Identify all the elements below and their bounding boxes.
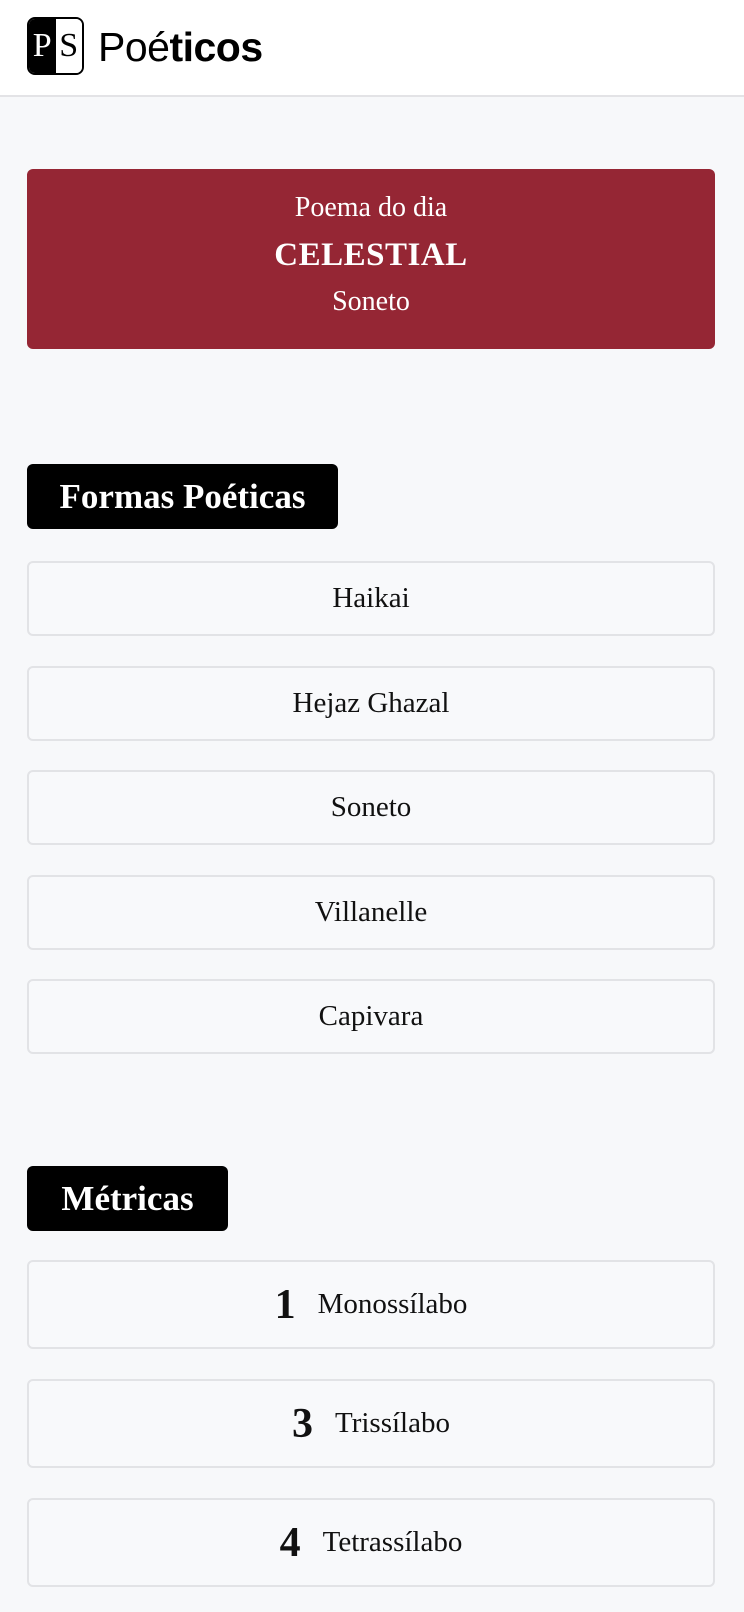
- metric-syllable-count: 4: [279, 1519, 301, 1566]
- metric-item-tetrassilabo[interactable]: 4 Tetrassílabo: [27, 1498, 715, 1587]
- form-item-hejaz-ghazal[interactable]: Hejaz Ghazal: [27, 666, 715, 741]
- logo-letter-right: S: [55, 19, 82, 73]
- metric-item-label: Monossílabo: [317, 1288, 468, 1320]
- logo-letter-left: P: [29, 19, 56, 73]
- form-item-label: Villanelle: [314, 896, 428, 928]
- form-item-villanelle[interactable]: Villanelle: [27, 875, 715, 950]
- metric-item-label: Tetrassílabo: [322, 1526, 463, 1558]
- poem-of-the-day-banner[interactable]: Poema do dia CELESTIAL Soneto: [27, 169, 715, 349]
- poem-of-the-day-title: CELESTIAL: [274, 237, 468, 273]
- form-item-label: Capivara: [318, 1000, 424, 1032]
- metric-syllable-count: 1: [274, 1281, 296, 1328]
- poem-of-the-day-form: Soneto: [332, 286, 410, 317]
- logo[interactable]: P S: [27, 17, 84, 75]
- form-item-label: Haikai: [332, 582, 410, 614]
- section-heading-metricas: Métricas: [27, 1166, 228, 1231]
- metric-item-label: Trissílabo: [335, 1407, 450, 1439]
- form-item-label: Hejaz Ghazal: [292, 687, 450, 719]
- form-item-haikai[interactable]: Haikai: [27, 561, 715, 636]
- brand-name-regular: Poé: [98, 24, 170, 70]
- top-bar: P S Poéticos: [0, 0, 744, 97]
- metric-syllable-count: 3: [292, 1400, 314, 1447]
- brand-name-bold: ticos: [169, 24, 263, 70]
- poem-of-the-day-kicker: Poema do dia: [294, 192, 448, 223]
- metric-item-trissilabo[interactable]: 3 Trissílabo: [27, 1379, 715, 1468]
- section-heading-formas: Formas Poéticas: [27, 464, 338, 529]
- form-item-capivara[interactable]: Capivara: [27, 979, 715, 1054]
- form-item-label: Soneto: [330, 791, 412, 823]
- form-item-soneto[interactable]: Soneto: [27, 770, 715, 845]
- metric-item-monossilabo[interactable]: 1 Monossílabo: [27, 1260, 715, 1349]
- brand-name[interactable]: Poéticos: [98, 22, 263, 72]
